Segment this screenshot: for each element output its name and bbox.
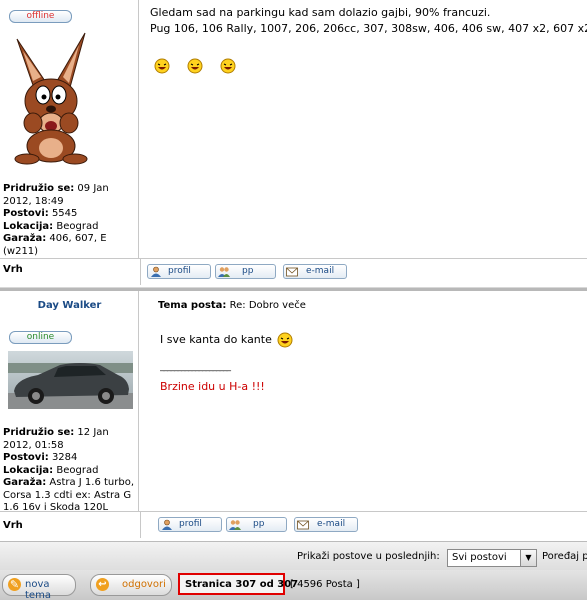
location-row: Lokacija: Beograd (3, 464, 99, 476)
profile-button[interactable]: profil (158, 517, 222, 532)
page-indicator: Stranica 307 od 307 (178, 573, 298, 595)
laughing-smiley-icon (277, 332, 293, 348)
post-1-smilies (154, 58, 244, 74)
post-topic: Tema posta: Re: Dobro veče (158, 300, 306, 311)
post-1-author-panel: offline Pridružio se: 09 Jan 2012, 18:49… (0, 0, 139, 258)
username[interactable]: Day Walker (0, 300, 139, 311)
email-button[interactable]: e-mail (283, 264, 347, 279)
signature-text: Brzine idu u H-a !!! (160, 380, 265, 393)
post-1: offline Pridružio se: 09 Jan 2012, 18:49… (0, 0, 587, 286)
envelope-icon (297, 520, 309, 530)
post-2-content: Tema posta: Re: Dobro veče I sve kanta d… (140, 291, 587, 511)
filter-label: Prikaži postove u poslednjih: (297, 551, 440, 562)
signature-divider: ____________________ (160, 363, 231, 372)
post-1-text-line-2: Pug 106, 106 Rally, 1007, 206, 206cc, 30… (150, 22, 587, 35)
laughing-smiley-icon (220, 58, 236, 74)
posts-row: Postovi: 5545 (3, 208, 78, 219)
post-count: [ 4596 Posta ] (290, 579, 360, 590)
post-1-actions: profil pp e-mail (140, 259, 587, 285)
users-icon (218, 267, 230, 277)
joined-row: Pridružio se: 09 Jan 2012, 18:49 (3, 183, 109, 207)
profile-icon (162, 519, 172, 530)
posts-row: Postovi: 3284 (3, 452, 78, 463)
post-1-text-line-1: Gledam sad na parkingu kad sam dolazio g… (150, 6, 491, 19)
garage-row: Garaža: Astra J 1.6 turbo, Corsa 1.3 cdt… (3, 477, 135, 513)
joined-row: Pridružio se: 12 Jan 2012, 01:58 (3, 427, 109, 451)
post-1-user-info: Pridružio se: 09 Jan 2012, 18:49 Postovi… (3, 183, 137, 258)
location-row: Lokacija: Beograd (3, 220, 99, 232)
post-2: Day Walker online Pridružio se: 12 Jan 2… (0, 291, 587, 539)
new-topic-icon: ✎ (8, 578, 21, 591)
users-icon (229, 520, 241, 530)
time-filter-select[interactable]: Svi postovi ▼ (447, 549, 537, 567)
profile-button[interactable]: profil (147, 264, 211, 279)
chevron-down-icon: ▼ (520, 550, 536, 566)
reply-button[interactable]: ↩ odgovori (90, 574, 172, 596)
email-button[interactable]: e-mail (294, 517, 358, 532)
offline-status-badge: offline (9, 10, 72, 23)
garage-row: Garaža: 406, 607, E (w211) (3, 233, 107, 257)
reply-icon: ↩ (96, 578, 109, 591)
footer-bar: ✎ nova tema ↩ odgovori Stranica 307 od 3… (0, 570, 587, 601)
post-2-author-panel: Day Walker online Pridružio se: 12 Jan 2… (0, 291, 139, 513)
private-message-button[interactable]: pp (215, 264, 276, 279)
back-to-top-link[interactable]: Vrh (3, 520, 23, 531)
new-topic-button[interactable]: ✎ nova tema (2, 574, 76, 601)
back-to-top-link[interactable]: Vrh (3, 264, 23, 275)
post-filter-bar: Prikaži postove u poslednjih: Svi postov… (0, 541, 587, 570)
private-message-button[interactable]: pp (226, 517, 287, 532)
post-2-user-info: Pridružio se: 12 Jan 2012, 01:58 Postovi… (3, 427, 137, 515)
online-status-badge: online (9, 331, 72, 344)
laughing-smiley-icon (154, 58, 170, 74)
cartoon-avatar (7, 31, 94, 166)
post-2-text: I sve kanta do kante (160, 332, 293, 348)
sort-label: Poređaj p (542, 551, 587, 562)
post-2-actions: profil pp e-mail (140, 512, 587, 538)
post-1-content: Gledam sad na parkingu kad sam dolazio g… (140, 0, 587, 258)
laughing-smiley-icon (187, 58, 203, 74)
envelope-icon (286, 267, 298, 277)
profile-icon (151, 266, 161, 277)
car-avatar (8, 351, 133, 409)
